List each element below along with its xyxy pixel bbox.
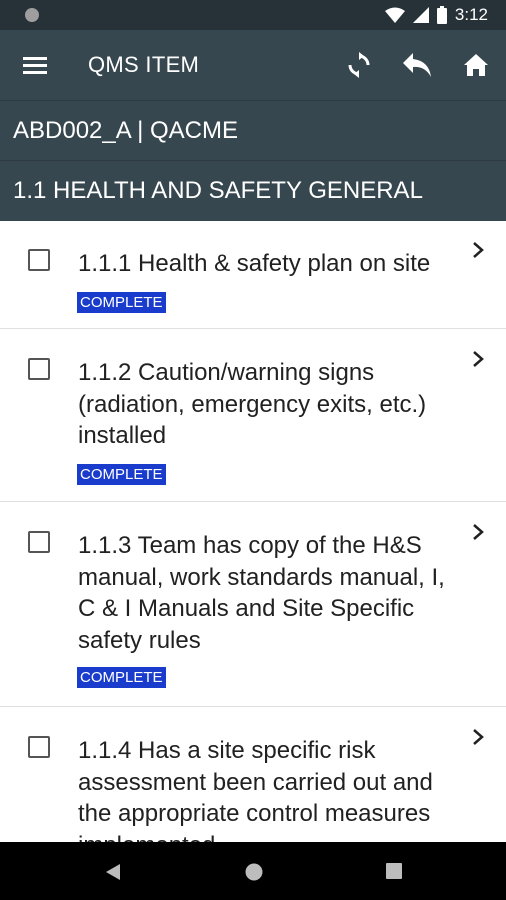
status-time: 3:12 xyxy=(454,5,488,24)
battery-icon xyxy=(436,6,447,24)
chevron-right-icon[interactable] xyxy=(470,349,486,369)
item-checkbox[interactable] xyxy=(28,249,50,271)
chevron-right-icon[interactable] xyxy=(470,727,486,747)
list-item[interactable]: 1.1.1 Health & safety plan on site COMPL… xyxy=(0,220,506,329)
item-label: 1.1.1 Health & safety plan on site xyxy=(78,250,431,277)
breadcrumb-text: ABD002_A | QACME xyxy=(13,117,238,144)
status-icons: 3:12 xyxy=(384,4,488,26)
home-circle-icon[interactable] xyxy=(244,862,264,882)
breadcrumb: ABD002_A | QACME xyxy=(0,100,506,161)
status-badge: COMPLETE xyxy=(77,464,166,485)
reply-icon[interactable] xyxy=(400,48,434,82)
status-bar: 3:12 xyxy=(0,0,506,30)
item-label: 1.1.4 Has a site specific risk assessmen… xyxy=(78,737,433,842)
item-checkbox[interactable] xyxy=(28,736,50,758)
status-badge: COMPLETE xyxy=(77,292,166,313)
item-checkbox[interactable] xyxy=(28,358,50,380)
item-label: 1.1.3 Team has copy of the H&S manual, w… xyxy=(78,532,445,654)
navigation-bar xyxy=(0,842,506,900)
home-icon[interactable] xyxy=(459,48,493,82)
checklist: 1.1.1 Health & safety plan on site COMPL… xyxy=(0,220,506,842)
app-title: QMS ITEM xyxy=(88,52,200,77)
section-header: 1.1 HEALTH AND SAFETY GENERAL xyxy=(0,160,506,221)
list-item[interactable]: 1.1.4 Has a site specific risk assessmen… xyxy=(0,707,506,842)
wifi-icon xyxy=(384,7,405,23)
list-item[interactable]: 1.1.3 Team has copy of the H&S manual, w… xyxy=(0,502,506,707)
app-bar: QMS ITEM xyxy=(0,30,506,100)
status-badge: COMPLETE xyxy=(77,667,166,688)
list-item[interactable]: 1.1.2 Caution/warning signs (radiation, … xyxy=(0,329,506,502)
recents-icon[interactable] xyxy=(385,862,403,880)
notification-dot-icon xyxy=(25,8,39,22)
back-icon[interactable] xyxy=(104,862,122,882)
item-label: 1.1.2 Caution/warning signs (radiation, … xyxy=(78,359,427,449)
menu-icon[interactable] xyxy=(20,50,50,80)
signal-icon xyxy=(412,7,429,23)
sync-icon[interactable] xyxy=(342,48,376,82)
chevron-right-icon[interactable] xyxy=(470,240,486,260)
section-title: 1.1 HEALTH AND SAFETY GENERAL xyxy=(13,177,423,204)
item-checkbox[interactable] xyxy=(28,531,50,553)
chevron-right-icon[interactable] xyxy=(470,522,486,542)
